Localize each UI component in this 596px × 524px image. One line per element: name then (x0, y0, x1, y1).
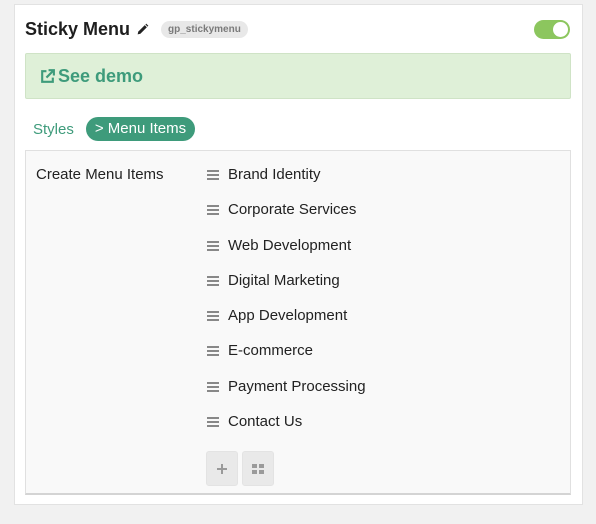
widget-title: Sticky Menu (25, 18, 131, 39)
drag-handle-icon[interactable] (207, 275, 219, 286)
menu-actions (206, 451, 278, 486)
drag-handle-icon[interactable] (207, 346, 219, 357)
grid-icon (252, 463, 264, 474)
menu-item[interactable]: Contact Us (207, 413, 366, 448)
menu-item[interactable]: Payment Processing (207, 378, 366, 413)
drag-handle-icon[interactable] (207, 381, 219, 392)
grid-view-button[interactable] (242, 451, 274, 486)
pencil-icon[interactable] (136, 23, 149, 36)
menu-items-list: Brand Identity Corporate Services Web De… (207, 166, 366, 448)
drag-handle-icon[interactable] (207, 417, 219, 428)
menu-item-label: App Development (228, 307, 348, 325)
menu-item-label: Contact Us (228, 413, 303, 431)
add-item-button[interactable] (206, 451, 238, 486)
sticky-menu-widget: Sticky Menu gp_stickymenu See demo Style… (14, 4, 583, 505)
widget-header: Sticky Menu gp_stickymenu (25, 16, 570, 42)
menu-item-label: Digital Marketing (228, 271, 340, 289)
menu-item[interactable]: E-commerce (207, 342, 366, 377)
toggle-knob (553, 22, 568, 37)
menu-item-label: E-commerce (228, 342, 314, 360)
menu-item[interactable]: Brand Identity (207, 166, 366, 201)
external-link-icon (39, 68, 58, 85)
menu-item[interactable]: App Development (207, 307, 366, 342)
menu-item-label: Web Development (228, 236, 352, 254)
menu-items-panel: Create Menu Items Brand Identity Corpora… (25, 150, 571, 495)
menu-item[interactable]: Digital Marketing (207, 272, 366, 307)
tab-menu-items[interactable]: > Menu Items (85, 117, 196, 141)
see-demo-link[interactable]: See demo (25, 53, 571, 99)
drag-handle-icon[interactable] (207, 240, 219, 251)
drag-handle-icon[interactable] (207, 311, 219, 322)
menu-item-label: Payment Processing (228, 377, 366, 395)
drag-handle-icon[interactable] (207, 205, 219, 216)
widget-tabs: Styles > Menu Items (33, 117, 196, 141)
create-menu-items-label: Create Menu Items (36, 166, 164, 183)
menu-item[interactable]: Corporate Services (207, 201, 366, 236)
widget-slug-badge: gp_stickymenu (161, 20, 248, 38)
plus-icon (217, 463, 227, 474)
see-demo-label: See demo (58, 65, 144, 86)
menu-item-label: Brand Identity (228, 166, 321, 183)
tab-styles[interactable]: Styles (33, 121, 74, 138)
menu-item[interactable]: Web Development (207, 237, 366, 272)
menu-item-label: Corporate Services (228, 201, 357, 219)
drag-handle-icon[interactable] (207, 170, 219, 180)
enable-toggle[interactable] (534, 20, 570, 39)
